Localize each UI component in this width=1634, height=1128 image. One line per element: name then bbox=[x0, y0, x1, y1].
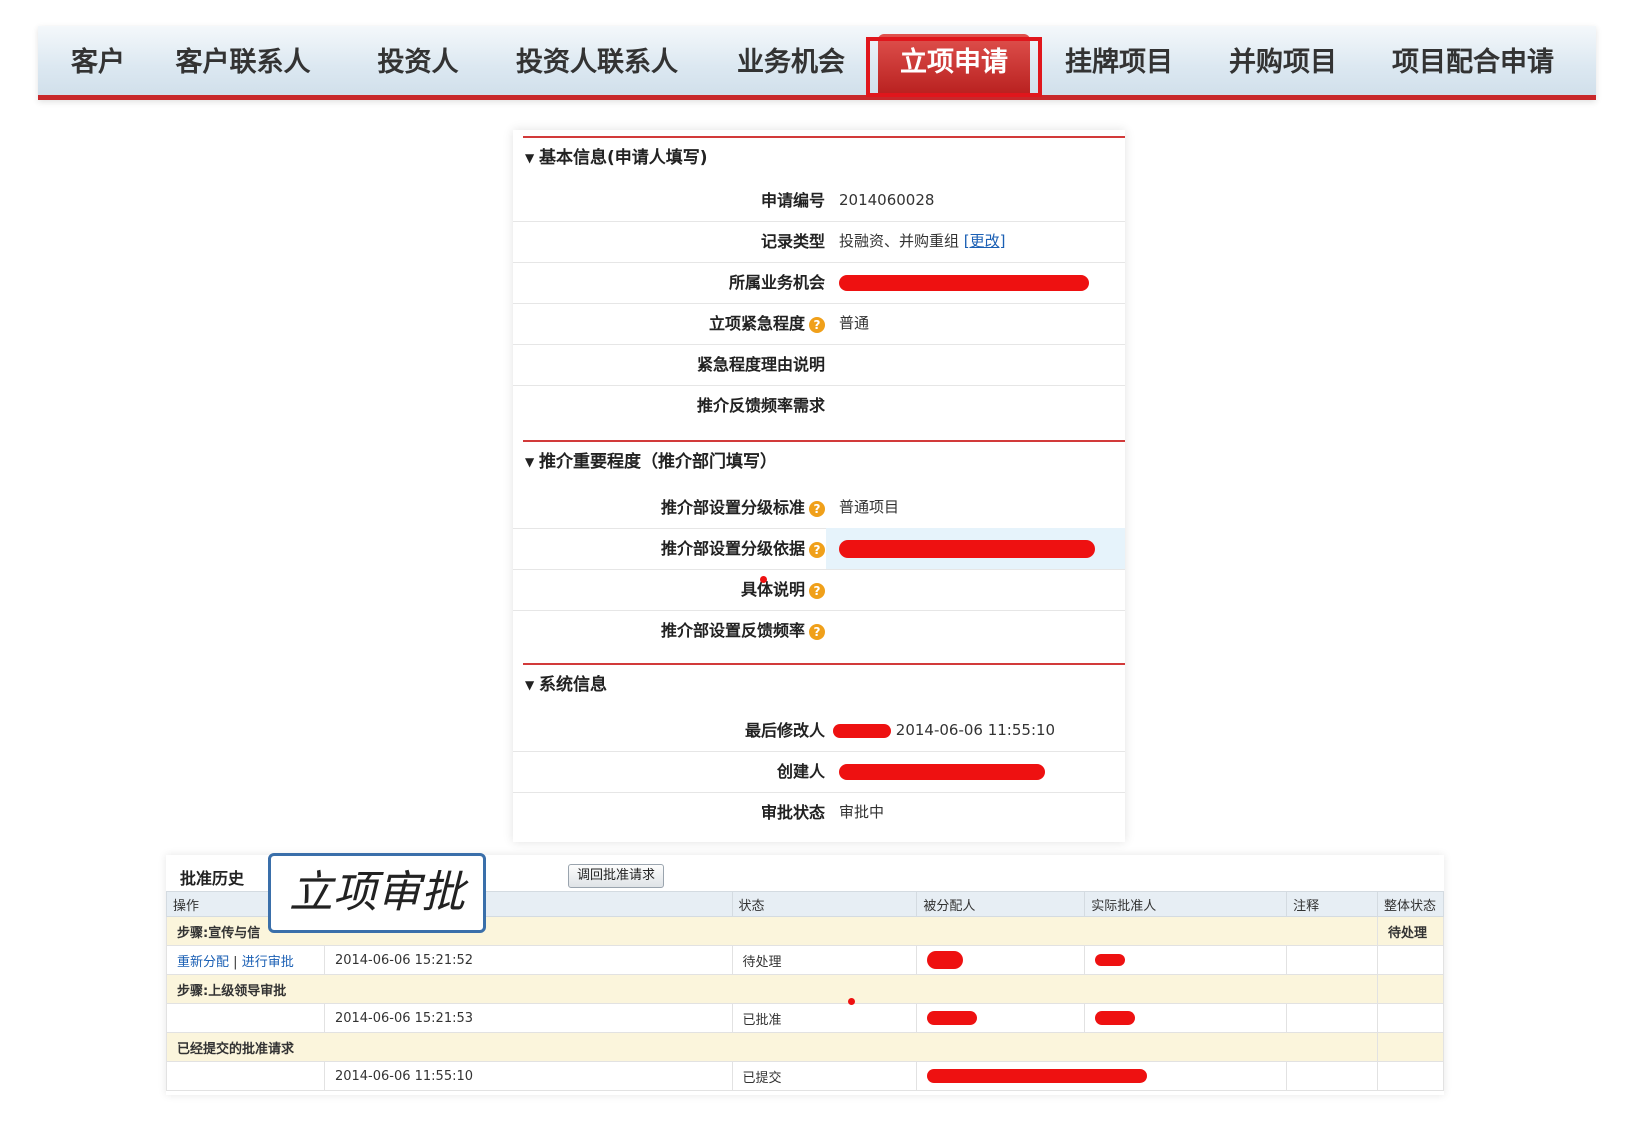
section-title: 基本信息(申请人填写) bbox=[539, 148, 708, 168]
tab-customer-contact[interactable]: 客户联系人 bbox=[168, 26, 318, 100]
tab-business-opportunity[interactable]: 业务机会 bbox=[718, 26, 864, 100]
field-value: 审批中 bbox=[839, 803, 885, 821]
redaction-mark bbox=[927, 1069, 1148, 1083]
field-value: 2014-06-06 11:55:10 bbox=[895, 721, 1056, 739]
collapse-triangle-icon: ▼ bbox=[525, 678, 535, 692]
nav-underline bbox=[38, 95, 1596, 100]
tab-ma-projects[interactable]: 并购项目 bbox=[1210, 26, 1356, 100]
field-value: 普通项目 bbox=[839, 498, 900, 516]
reassign-link[interactable]: 重新分配 bbox=[177, 955, 229, 970]
row-status: 待处理 bbox=[731, 945, 918, 975]
field-business-opportunity: 所属业务机会 bbox=[513, 262, 1125, 304]
field-urgency: 立项紧急程度? 普通 bbox=[513, 303, 1125, 345]
field-label: 紧急程度理由说明 bbox=[696, 355, 825, 374]
field-label: 所属业务机会 bbox=[728, 273, 825, 292]
field-last-modified: 最后修改人 2014-06-06 11:55:10 bbox=[513, 710, 1125, 752]
change-link[interactable]: [更改] bbox=[964, 232, 1006, 250]
annotation-dot bbox=[760, 576, 767, 583]
annotation-dot bbox=[848, 998, 855, 1005]
action-separator: | bbox=[233, 954, 238, 970]
tab-investor[interactable]: 投资人 bbox=[358, 26, 478, 100]
field-label: 具体说明 bbox=[740, 580, 805, 599]
table-row: 重新分配 | 进行审批 2014-06-06 15:21:52 待处理 bbox=[166, 945, 1445, 975]
step-label: 已经提交的批准请求 bbox=[166, 1032, 1378, 1062]
col-header-comments: 注释 bbox=[1286, 891, 1378, 917]
redaction-mark bbox=[839, 274, 1089, 291]
collapse-triangle-icon: ▼ bbox=[525, 151, 535, 165]
tab-listed-projects[interactable]: 挂牌项目 bbox=[1046, 26, 1192, 100]
step-label: 步骤:上级领导审批 bbox=[166, 974, 1378, 1004]
row-status: 已批准 bbox=[731, 1003, 918, 1033]
row-date: 2014-06-06 11:55:10 bbox=[323, 1061, 733, 1091]
collapse-triangle-icon: ▼ bbox=[525, 455, 535, 469]
field-label: 创建人 bbox=[776, 762, 825, 781]
row-date: 2014-06-06 15:21:52 bbox=[323, 945, 733, 975]
callout-label: 立项审批 bbox=[268, 853, 486, 933]
field-label: 立项紧急程度 bbox=[708, 314, 805, 333]
redaction-mark bbox=[927, 951, 964, 969]
recall-approval-button[interactable]: 调回批准请求 bbox=[568, 864, 665, 888]
section-header-system[interactable]: ▼ 系统信息 bbox=[523, 663, 1125, 701]
help-icon[interactable]: ? bbox=[809, 541, 825, 558]
redaction-mark bbox=[839, 763, 1045, 780]
field-label: 申请编号 bbox=[760, 191, 825, 210]
field-label: 推介部设置分级依据 bbox=[660, 539, 805, 558]
field-label: 推介反馈频率需求 bbox=[696, 396, 825, 415]
field-value: 2014060028 bbox=[839, 191, 935, 209]
field-value: 普通 bbox=[839, 314, 870, 332]
table-row: 2014-06-06 15:21:53 已批准 bbox=[166, 1003, 1445, 1033]
overall-status: 待处理 bbox=[1376, 916, 1445, 946]
help-icon[interactable]: ? bbox=[809, 623, 825, 640]
section-title: 推介重要程度（推介部门填写） bbox=[539, 452, 777, 472]
col-header-assignee: 被分配人 bbox=[916, 891, 1086, 917]
step-row: 已经提交的批准请求 bbox=[166, 1032, 1445, 1062]
field-specific-description: 具体说明? bbox=[513, 569, 1125, 611]
redaction-mark bbox=[1095, 954, 1126, 966]
help-icon[interactable]: ? bbox=[809, 316, 825, 333]
field-feedback-setting: 推介部设置反馈频率? bbox=[513, 610, 1125, 651]
field-value: 投融资、并购重组 bbox=[839, 232, 960, 250]
step-row: 步骤:上级领导审批 bbox=[166, 974, 1445, 1004]
col-header-status: 状态 bbox=[731, 891, 918, 917]
row-date: 2014-06-06 15:21:53 bbox=[323, 1003, 733, 1033]
field-record-type: 记录类型 投融资、并购重组 [更改] bbox=[513, 221, 1125, 263]
field-urgency-reason: 紧急程度理由说明 bbox=[513, 344, 1125, 386]
field-label: 推介部设置反馈频率 bbox=[660, 621, 805, 640]
tab-project-application[interactable]: 立项申请 bbox=[870, 26, 1038, 100]
col-header-actual-approver: 实际批准人 bbox=[1084, 891, 1288, 917]
row-status: 已提交 bbox=[731, 1061, 918, 1091]
tab-customer[interactable]: 客户 bbox=[38, 26, 158, 100]
section-title: 系统信息 bbox=[539, 675, 607, 695]
redaction-mark bbox=[927, 1011, 978, 1025]
approve-link[interactable]: 进行审批 bbox=[242, 955, 294, 970]
field-grading-standard: 推介部设置分级标准? 普通项目 bbox=[513, 487, 1125, 529]
detail-panel: ▼ 基本信息(申请人填写) 申请编号 2014060028 记录类型 投融资、并… bbox=[513, 130, 1125, 842]
section-header-importance[interactable]: ▼ 推介重要程度（推介部门填写） bbox=[523, 440, 1125, 478]
field-label: 最后修改人 bbox=[744, 721, 825, 740]
main-nav: 客户 客户联系人 投资人 投资人联系人 业务机会 立项申请 挂牌项目 并购项目 … bbox=[38, 26, 1596, 100]
tab-investor-contact[interactable]: 投资人联系人 bbox=[508, 26, 686, 100]
help-icon[interactable]: ? bbox=[809, 582, 825, 599]
tab-cooperation-application[interactable]: 项目配合申请 bbox=[1378, 26, 1568, 100]
field-grading-basis: 推介部设置分级依据? bbox=[513, 528, 1125, 570]
field-label: 记录类型 bbox=[760, 232, 825, 251]
redaction-mark bbox=[833, 723, 891, 738]
table-row: 2014-06-06 11:55:10 已提交 bbox=[166, 1061, 1445, 1091]
field-label: 推介部设置分级标准 bbox=[660, 498, 805, 517]
redaction-mark bbox=[1095, 1011, 1136, 1025]
field-feedback-frequency: 推介反馈频率需求 bbox=[513, 385, 1125, 426]
section-header-basic[interactable]: ▼ 基本信息(申请人填写) bbox=[523, 136, 1125, 174]
col-header-overall-status: 整体状态 bbox=[1376, 891, 1445, 917]
field-application-no: 申请编号 2014060028 bbox=[513, 180, 1125, 222]
field-creator: 创建人 bbox=[513, 751, 1125, 793]
help-icon[interactable]: ? bbox=[809, 500, 825, 517]
overall-status bbox=[1376, 974, 1445, 1004]
field-label: 审批状态 bbox=[760, 803, 825, 822]
history-title: 批准历史 bbox=[180, 869, 245, 888]
field-approval-status: 审批状态 审批中 bbox=[513, 792, 1125, 833]
overall-status bbox=[1376, 1032, 1445, 1062]
redaction-mark bbox=[839, 539, 1095, 558]
